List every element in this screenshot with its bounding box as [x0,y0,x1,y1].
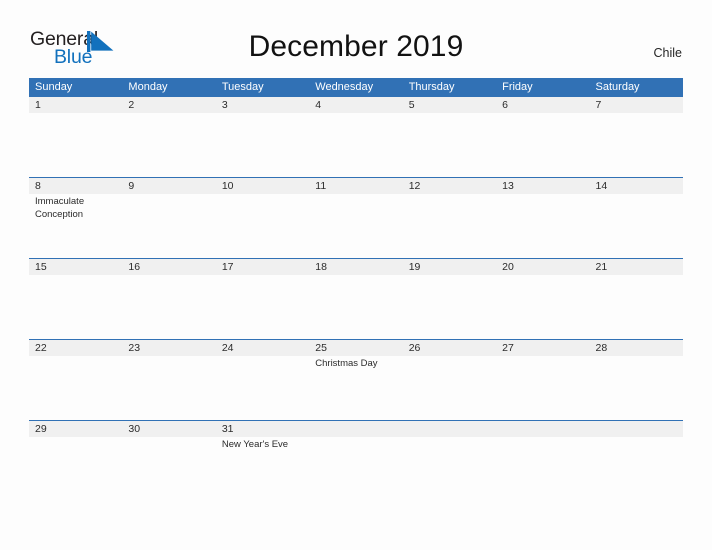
country-label: Chile [653,46,683,60]
calendar-day-cell[interactable]: 23 [122,340,215,421]
calendar-day-cell[interactable]: 14 [590,178,683,259]
day-number: 7 [595,99,602,111]
weekday-wednesday: Wednesday [315,81,374,93]
day-number: 12 [408,180,421,192]
calendar-day-cell[interactable]: 11 [309,178,402,259]
calendar-week-row: 22 23 24 25 Christmas Day 26 27 28 [29,339,683,420]
day-number: 25 [315,342,327,354]
calendar-week-row: 8 Immaculate Conception 9 10 11 12 13 14 [29,177,683,258]
day-number: 2 [128,99,135,111]
day-number: 9 [128,180,135,192]
weekday-thursday: Thursday [408,81,455,93]
calendar-day-cell[interactable]: 4 [309,97,402,178]
day-number: 31 [221,423,234,435]
day-number: 11 [315,180,327,192]
weekday-monday: Monday [128,81,168,93]
day-number: 23 [128,342,141,354]
day-number: 26 [408,342,421,354]
calendar-day-cell[interactable]: 7 [590,97,683,178]
calendar-week-row: 29 30 31 New Year's Eve [29,420,683,501]
calendar-day-cell[interactable]: 1 [29,97,122,178]
calendar-day-cell[interactable]: 12 [403,178,496,259]
day-number: 28 [595,342,608,354]
day-number: 3 [221,99,228,111]
calendar-day-cell-empty [496,421,589,502]
day-number: 27 [502,342,514,354]
calendar-day-cell-empty [309,421,402,502]
calendar-day-cell[interactable]: 16 [122,259,215,340]
day-number: 13 [502,180,514,192]
calendar-day-cell[interactable]: 31 New Year's Eve [216,421,309,502]
calendar-day-cell-empty [403,421,496,502]
calendar-day-cell-empty [590,421,683,502]
day-number: 29 [35,423,47,435]
day-number: 20 [502,261,514,273]
calendar-day-cell[interactable]: 22 [29,340,122,421]
day-number: 1 [35,99,41,111]
calendar-week-row: 1 2 3 4 5 6 7 [29,96,683,177]
calendar-day-cell[interactable]: 25 Christmas Day [309,340,402,421]
calendar-day-cell[interactable]: 2 [122,97,215,178]
calendar-day-cell[interactable]: 30 [122,421,215,502]
calendar-table: Sunday Monday Tuesday Wednesday Thursday… [29,78,683,501]
weekday-sunday: Sunday [35,81,73,93]
calendar-day-cell[interactable]: 17 [216,259,309,340]
calendar-day-cell[interactable]: 27 [496,340,589,421]
calendar-day-cell[interactable]: 20 [496,259,589,340]
calendar-day-cell[interactable]: 26 [403,340,496,421]
calendar-page: General Blue December 2019 Chile Sunday … [0,0,712,550]
day-number: 6 [502,99,508,111]
calendar-day-cell[interactable]: 6 [496,97,589,178]
day-number: 5 [408,99,415,111]
page-title: December 2019 [248,30,464,63]
day-event: New Year's Eve [221,439,289,450]
day-number: 24 [221,342,234,354]
calendar-day-cell[interactable]: 29 [29,421,122,502]
weekday-header-row: Sunday Monday Tuesday Wednesday Thursday… [29,78,683,96]
calendar-day-cell[interactable]: 21 [590,259,683,340]
day-number: 22 [35,342,47,354]
day-event: Christmas Day [315,358,378,369]
day-number: 30 [128,423,141,435]
calendar-day-cell[interactable]: 8 Immaculate Conception [29,178,122,259]
day-number: 10 [221,180,234,192]
calendar-day-cell[interactable]: 19 [403,259,496,340]
calendar-day-cell[interactable]: 18 [309,259,402,340]
calendar-day-cell[interactable]: 3 [216,97,309,178]
day-number: 17 [221,261,234,273]
calendar-day-cell[interactable]: 9 [122,178,215,259]
weekday-tuesday: Tuesday [221,81,264,93]
day-number: 14 [595,180,608,192]
calendar-day-cell[interactable]: 10 [216,178,309,259]
calendar-day-cell[interactable]: 13 [496,178,589,259]
calendar-day-cell[interactable]: 5 [403,97,496,178]
page-header: General Blue December 2019 Chile [0,0,712,76]
weekday-saturday: Saturday [595,81,640,93]
calendar-day-cell[interactable]: 15 [29,259,122,340]
calendar-day-cell[interactable]: 28 [590,340,683,421]
calendar-week-row: 15 16 17 18 19 20 21 [29,258,683,339]
day-number: 4 [315,99,322,111]
day-number: 21 [595,261,608,273]
day-event: Immaculate Conception [35,196,85,220]
day-number: 8 [35,180,41,192]
day-number: 19 [408,261,421,273]
day-number: 15 [35,261,47,273]
weekday-friday: Friday [502,81,533,93]
day-number: 18 [315,261,327,273]
day-number: 16 [128,261,141,273]
calendar-day-cell[interactable]: 24 [216,340,309,421]
